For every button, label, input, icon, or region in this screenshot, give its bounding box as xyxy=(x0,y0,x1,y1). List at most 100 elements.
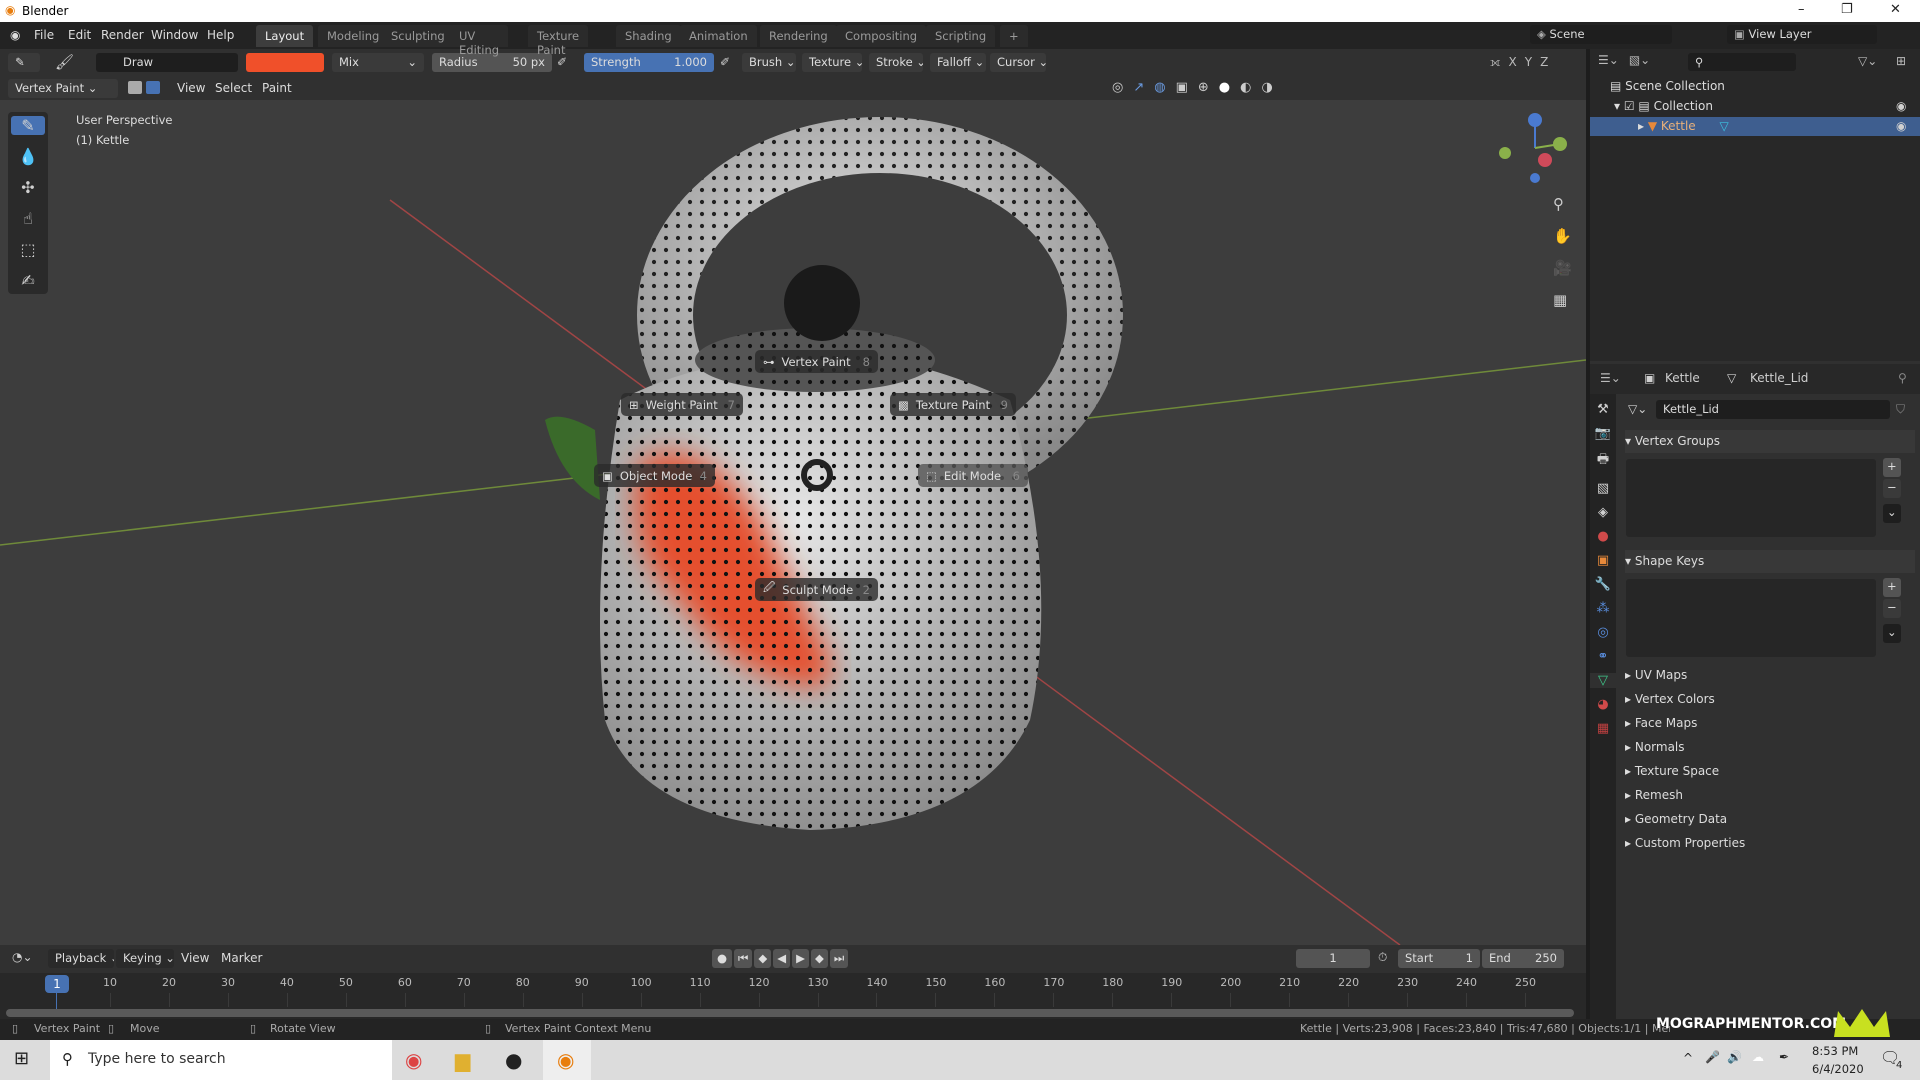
new-collection-icon[interactable]: ⊞ xyxy=(1896,54,1906,68)
clock-time[interactable]: 8:53 PM xyxy=(1812,1044,1858,1058)
outliner-collection[interactable]: ▾ ☑ ▤ Collection xyxy=(1614,99,1713,113)
volume-icon[interactable]: 🔊 xyxy=(1727,1050,1742,1064)
average-tool-icon[interactable]: ✣ xyxy=(21,178,34,197)
tool-icon[interactable]: ✎ xyxy=(8,53,40,72)
pie-texture-paint[interactable]: ▩ Texture Paint 9 xyxy=(890,393,1016,416)
stopwatch-icon[interactable]: ⏱ xyxy=(1378,950,1387,965)
menu-paint[interactable]: Paint xyxy=(262,81,292,95)
menu-help[interactable]: Help xyxy=(207,28,234,42)
remove-shape-key-button[interactable]: − xyxy=(1883,599,1901,618)
panel-vertex-groups[interactable]: ▾ Vertex Groups xyxy=(1625,430,1915,453)
shape-key-specials-button[interactable]: ⌄ xyxy=(1883,624,1901,643)
paint-color-swatch[interactable] xyxy=(246,53,324,72)
panel-remesh[interactable]: ▸ Remesh xyxy=(1625,788,1683,802)
workspace-tab-layout[interactable]: Layout xyxy=(256,25,314,47)
tool-tab-icon[interactable]: ⚒ xyxy=(1597,402,1609,417)
blender-menu-icon[interactable]: ◉ xyxy=(10,28,20,42)
workspace-tab-compositing[interactable]: Compositing xyxy=(836,25,927,47)
menu-view[interactable]: View xyxy=(181,951,209,965)
solid-shading-icon[interactable]: ● xyxy=(1219,80,1230,95)
panel-shape-keys[interactable]: ▾ Shape Keys xyxy=(1625,550,1915,573)
windows-start-icon[interactable]: ⊞ xyxy=(14,1048,29,1069)
clock-date[interactable]: 6/4/2020 xyxy=(1812,1062,1864,1076)
record-button[interactable]: ● xyxy=(712,949,733,968)
menu-window[interactable]: Window xyxy=(151,28,198,42)
add-workspace-button[interactable]: + xyxy=(1000,25,1028,47)
render-tab-icon[interactable]: 📷 xyxy=(1595,426,1611,441)
pin-icon[interactable]: ⚲ xyxy=(1898,371,1907,385)
timeline-track[interactable]: 10 20 30 40 50 60 70 80 90 100 110 120 130 140 150 160 1… xyxy=(0,973,1586,1019)
strength-pressure-icon[interactable]: ✐ xyxy=(720,55,730,69)
panel-custom-properties[interactable]: ▸ Custom Properties xyxy=(1625,836,1745,850)
grid-perspective-icon[interactable]: ▦ xyxy=(1553,291,1572,309)
mesh-data-browse-icon[interactable]: ▽⌄ xyxy=(1628,402,1647,416)
pie-weight-paint[interactable]: ⊞ Weight Paint 7 xyxy=(621,393,743,416)
workspace-tab-modeling[interactable]: Modeling xyxy=(318,25,389,47)
menu-file[interactable]: File xyxy=(34,28,54,42)
outliner-search-input[interactable]: ⚲ xyxy=(1688,53,1796,71)
next-keyframe-button[interactable]: ◆ xyxy=(810,949,828,968)
panel-vertex-colors[interactable]: ▸ Vertex Colors xyxy=(1625,692,1715,706)
pie-edit-mode[interactable]: ⬚ Edit Mode 6 xyxy=(918,464,1028,487)
smear-tool-icon[interactable]: ☝ xyxy=(23,209,33,228)
overlay-icon[interactable]: ◍ xyxy=(1154,80,1165,95)
tray-expand-icon[interactable]: ^ xyxy=(1683,1051,1693,1065)
outliner-scene-collection[interactable]: ▤ Scene Collection xyxy=(1610,79,1725,93)
workspace-tab-shading[interactable]: Shading xyxy=(616,25,681,47)
camera-icon[interactable]: 🎥 xyxy=(1553,259,1572,277)
jump-end-button[interactable]: ⏭ xyxy=(829,949,849,968)
pan-hand-icon[interactable]: ✋ xyxy=(1553,227,1572,245)
play-reverse-button[interactable]: ◀ xyxy=(773,949,791,968)
workspace-tab-rendering[interactable]: Rendering xyxy=(760,25,837,47)
playhead[interactable]: 1 xyxy=(45,975,69,993)
mode-dropdown[interactable]: Vertex Paint ⌄ xyxy=(8,79,118,98)
play-button[interactable]: ▶ xyxy=(792,949,809,968)
prev-keyframe-button[interactable]: ◆ xyxy=(754,949,772,968)
jump-start-button[interactable]: ⏮ xyxy=(734,949,753,968)
vertex-groups-list[interactable] xyxy=(1626,459,1876,537)
axis-z-toggle[interactable]: Z xyxy=(1540,55,1548,70)
menu-falloff[interactable]: Falloff ⌄ xyxy=(930,53,986,72)
mesh-data-name-field[interactable]: Kettle_Lid xyxy=(1656,400,1890,419)
vertex-group-specials-button[interactable]: ⌄ xyxy=(1883,504,1901,523)
modifier-tab-icon[interactable]: 🔧 xyxy=(1595,577,1611,592)
menu-stroke[interactable]: Stroke ⌄ xyxy=(869,53,923,72)
menu-cursor[interactable]: Cursor ⌄ xyxy=(990,53,1046,72)
add-vertex-group-button[interactable]: + xyxy=(1883,458,1901,477)
view-layer-tab-icon[interactable]: ▧ xyxy=(1597,481,1609,496)
output-tab-icon[interactable]: 🖶 xyxy=(1597,450,1609,472)
filter-view-icon[interactable]: ▧⌄ xyxy=(1629,53,1650,67)
axis-y-toggle[interactable]: Y xyxy=(1525,55,1532,70)
scene-tab-icon[interactable]: ◈ xyxy=(1598,505,1608,520)
material-shading-icon[interactable]: ◐ xyxy=(1240,80,1251,95)
chrome-icon[interactable]: ◉ xyxy=(405,1048,422,1072)
blur-tool-icon[interactable]: 💧 xyxy=(18,147,38,166)
editor-type-icon[interactable]: ☰⌄ xyxy=(1600,371,1621,385)
3d-viewport[interactable]: User Perspective (1) Kettle ✎ 💧 ✣ ☝ ⬚ ✍ … xyxy=(0,100,1586,945)
workspace-tab-animation[interactable]: Animation xyxy=(680,25,757,47)
draw-tool-icon[interactable]: ✎ xyxy=(11,116,45,135)
menu-edit[interactable]: Edit xyxy=(68,28,91,42)
view-layer-selector[interactable]: ▣ View Layer xyxy=(1727,25,1877,44)
texture-tab-icon[interactable]: ▦ xyxy=(1597,721,1609,736)
pie-sculpt-mode[interactable]: 🖉 Sculpt Mode 2 xyxy=(755,578,878,601)
menu-view[interactable]: View xyxy=(177,81,205,95)
particles-tab-icon[interactable]: ⁂ xyxy=(1597,601,1610,616)
minimize-button[interactable]: – xyxy=(1798,2,1805,17)
obs-icon[interactable]: ● xyxy=(505,1048,522,1072)
navigation-gizmo[interactable] xyxy=(1480,108,1570,188)
eye-icon[interactable]: ◉ xyxy=(1896,99,1906,113)
current-frame-field[interactable]: 1 xyxy=(1296,949,1370,968)
remove-vertex-group-button[interactable]: − xyxy=(1883,479,1901,498)
pressure-icon[interactable]: ✐ xyxy=(557,55,567,69)
close-button[interactable]: ✕ xyxy=(1890,2,1901,17)
scene-selector[interactable]: ◈ Scene xyxy=(1530,25,1672,44)
panel-geometry-data[interactable]: ▸ Geometry Data xyxy=(1625,812,1727,826)
rendered-shading-icon[interactable]: ◑ xyxy=(1261,80,1272,95)
menu-brush[interactable]: Brush ⌄ xyxy=(742,53,796,72)
start-frame-field[interactable]: Start 1 xyxy=(1398,949,1480,968)
fake-user-shield-icon[interactable]: ⛉ xyxy=(1896,402,1905,417)
menu-render[interactable]: Render xyxy=(101,28,144,42)
workspace-tab-uv-editing[interactable]: UV Editing xyxy=(450,25,509,57)
workspace-tab-sculpting[interactable]: Sculpting xyxy=(382,25,454,47)
